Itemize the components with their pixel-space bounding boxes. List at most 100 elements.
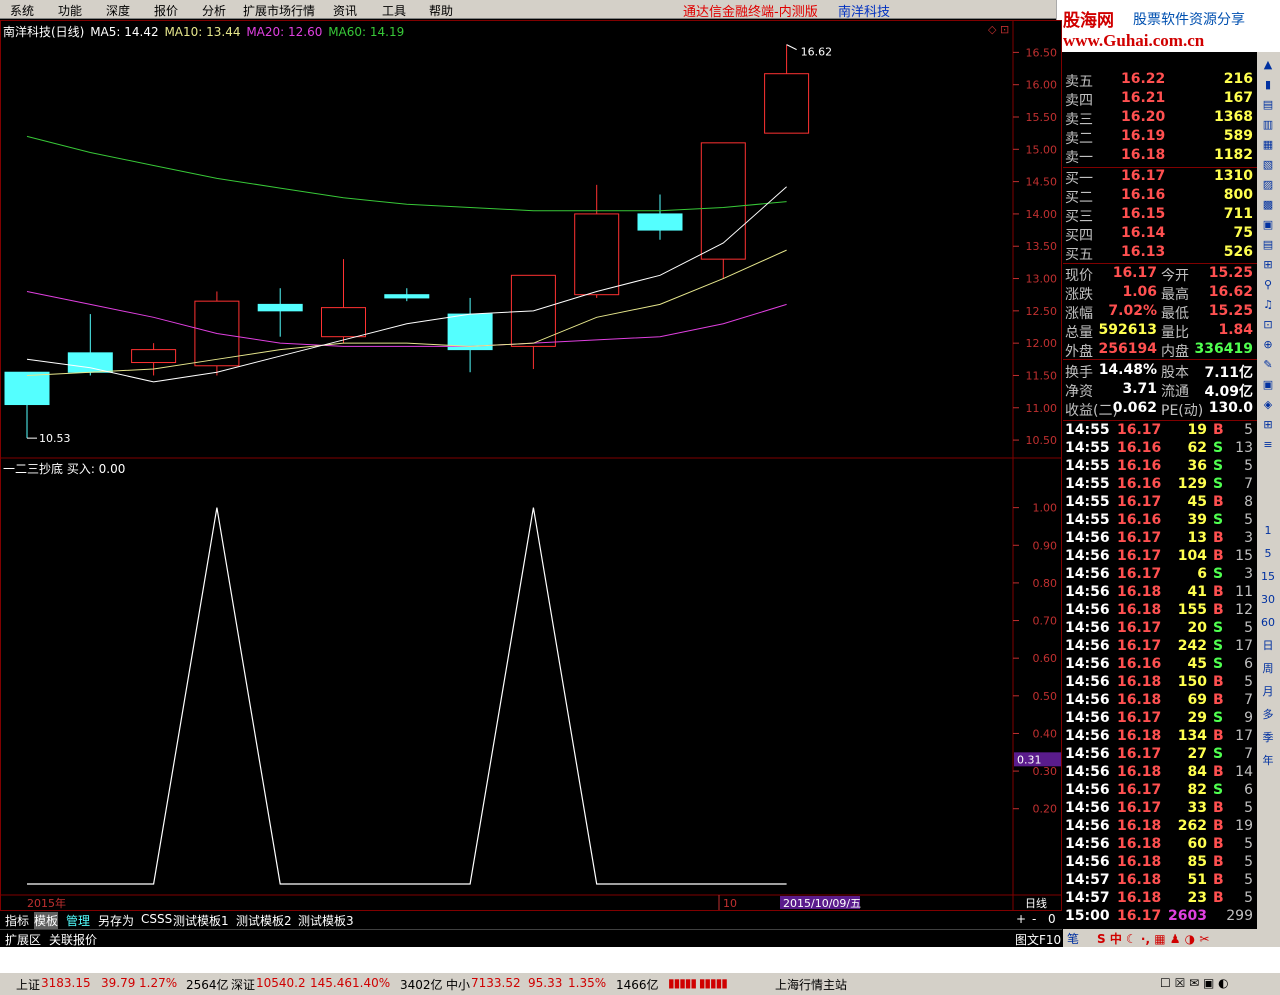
sell-row: 卖四 16.21 167 xyxy=(1063,90,1257,109)
sh-amount: 2564亿 xyxy=(186,978,229,992)
tab-control-button[interactable]: 0 xyxy=(1048,912,1056,926)
quote-row: 涨幅 7.02% 最低 15.25 xyxy=(1063,303,1257,322)
tick-side: B xyxy=(1213,494,1224,510)
menu-item[interactable]: 工具 xyxy=(382,2,406,19)
divider xyxy=(1063,359,1257,360)
sell-price: 16.20 xyxy=(1121,109,1166,125)
buy-level-label: 买一 xyxy=(1065,171,1093,187)
toolbar-icon[interactable]: ▧ xyxy=(1259,156,1277,174)
market-bars-icon: ▮▮▮▮▮ ▮▮▮▮▮ xyxy=(668,976,728,990)
tick-volume: 69 xyxy=(1187,692,1207,708)
tick-row: 14:56 16.17 13 B 3 xyxy=(1063,530,1257,548)
ind-tick-label: 0.40 xyxy=(1033,727,1058,740)
toolbar-icon[interactable]: ▮ xyxy=(1259,76,1277,94)
toolbar-icon[interactable]: ♫ xyxy=(1259,296,1277,314)
template-tab[interactable]: 测试模板1 xyxy=(173,912,229,929)
tick-row: 14:56 16.18 85 B 5 xyxy=(1063,854,1257,872)
toolbar-icon[interactable]: ▤ xyxy=(1259,96,1277,114)
toolbar-icon[interactable]: ⊞ xyxy=(1259,256,1277,274)
menu-item[interactable]: 功能 xyxy=(58,2,82,19)
period-button[interactable]: 周 xyxy=(1259,660,1277,678)
tick-count: 5 xyxy=(1244,872,1253,888)
toolbar-icon[interactable]: ⊕ xyxy=(1259,336,1277,354)
menu-item[interactable]: 报价 xyxy=(154,2,178,19)
toolbar-icon[interactable]: ▦ xyxy=(1259,136,1277,154)
toolbar-icon[interactable]: ▥ xyxy=(1259,116,1277,134)
tab-f10[interactable]: 图文F10 xyxy=(1015,931,1061,948)
chart-area[interactable]: 南洋科技(日线) MA5: 14.42 MA10: 13.44 MA20: 12… xyxy=(0,20,1062,911)
tab-ticks[interactable]: 笔 xyxy=(1067,930,1079,947)
candle-body xyxy=(447,313,493,351)
quote-value: 16.62 xyxy=(1208,284,1253,300)
period-button[interactable]: 60 xyxy=(1259,614,1277,632)
template-tab[interactable]: 测试模板2 xyxy=(236,912,292,929)
tab-extension[interactable]: 扩展区 xyxy=(5,931,41,948)
price-tick-label: 16.50 xyxy=(1026,46,1058,59)
quote-value: 592613 xyxy=(1098,322,1157,338)
toolbar-icon[interactable]: ≡ xyxy=(1259,436,1277,454)
template-tab[interactable]: 管理 xyxy=(66,912,90,929)
tick-row: 14:57 16.18 23 B 5 xyxy=(1063,890,1257,908)
menu-item[interactable]: 帮助 xyxy=(429,2,453,19)
toolbar-icon[interactable]: ▩ xyxy=(1259,196,1277,214)
buy-volume: 75 xyxy=(1233,225,1253,241)
template-tab[interactable]: CSSS xyxy=(141,912,172,926)
toolbar-icon[interactable]: ▤ xyxy=(1259,236,1277,254)
tick-time: 14:56 xyxy=(1065,530,1110,546)
period-button[interactable]: 日 xyxy=(1259,637,1277,655)
quote-label: 现价 xyxy=(1065,268,1093,284)
tick-side: B xyxy=(1213,764,1224,780)
tick-side: B xyxy=(1213,872,1224,888)
tick-side: S xyxy=(1213,476,1224,492)
toolbar-icon[interactable]: ▣ xyxy=(1259,376,1277,394)
input-method-icon: S 中 ☾ ·, ▦ ♟ ◑ ✂ xyxy=(1097,932,1210,946)
tick-side: B xyxy=(1213,530,1224,546)
toolbar-icon[interactable]: ▨ xyxy=(1259,176,1277,194)
tick-count: 5 xyxy=(1244,890,1253,906)
template-tab[interactable]: 测试模板3 xyxy=(298,912,354,929)
sell-row: 卖五 16.22 216 xyxy=(1063,71,1257,90)
period-button[interactable]: 5 xyxy=(1259,545,1277,563)
period-button[interactable]: 30 xyxy=(1259,591,1277,609)
chart-svg: 16.50 16.00 15.50 15.00 14.50 14.00 13.50 13.00… xyxy=(1,21,1061,910)
template-tab[interactable]: 指标 xyxy=(5,912,29,929)
tick-price: 16.18 xyxy=(1117,674,1162,690)
tab-control-button[interactable]: + xyxy=(1016,912,1026,926)
tick-time: 14:56 xyxy=(1065,602,1110,618)
sz-change: 145.46 xyxy=(310,976,352,990)
spacer xyxy=(0,947,1280,972)
bottom-right-bar: 笔 S 中 ☾ ·, ▦ ♟ ◑ ✂ xyxy=(1063,929,1280,947)
quote-panel: 卖五 16.22 216 卖四 16.21 167 卖三 16.20 1368 卖二 16.19 58… xyxy=(1063,52,1257,932)
toolbar-icon[interactable]: ⚲ xyxy=(1259,276,1277,294)
tick-side: B xyxy=(1213,674,1224,690)
sh-pct: 1.27% xyxy=(139,976,178,990)
menu-item[interactable]: 资讯 xyxy=(333,2,357,19)
tick-count: 5 xyxy=(1244,458,1253,474)
period-button[interactable]: 15 xyxy=(1259,568,1277,586)
toolbar-icon[interactable]: ✎ xyxy=(1259,356,1277,374)
tab-control-button[interactable]: - xyxy=(1032,912,1036,926)
quote-value: 7.11亿 xyxy=(1204,365,1253,381)
toolbar-icon[interactable]: ◈ xyxy=(1259,396,1277,414)
toolbar-icon[interactable]: ▣ xyxy=(1259,216,1277,234)
period-button[interactable]: 年 xyxy=(1259,752,1277,770)
tick-volume: 150 xyxy=(1177,674,1207,690)
period-button[interactable]: 多 xyxy=(1259,706,1277,724)
toolbar-icon[interactable]: ⊡ xyxy=(1259,316,1277,334)
template-tab[interactable]: 另存为 xyxy=(98,912,134,929)
menu-item[interactable]: 深度 xyxy=(106,2,130,19)
sell-volume: 216 xyxy=(1223,71,1253,87)
tab-related-quote[interactable]: 关联报价 xyxy=(49,931,97,948)
toolbar-icon[interactable]: ⊞ xyxy=(1259,416,1277,434)
template-tab[interactable]: 模板 xyxy=(34,912,59,929)
menu-item[interactable]: 扩展市场行情 xyxy=(243,2,315,19)
toolbar-icon[interactable]: ▲ xyxy=(1259,56,1277,74)
tick-row: 14:55 16.17 19 B 5 xyxy=(1063,422,1257,440)
period-button[interactable]: 季 xyxy=(1259,729,1277,747)
period-button[interactable]: 1 xyxy=(1259,522,1277,540)
quote-label: 涨幅 xyxy=(1065,306,1093,322)
menu-item[interactable]: 系统 xyxy=(10,2,34,19)
period-button[interactable]: 月 xyxy=(1259,683,1277,701)
menu-item[interactable]: 分析 xyxy=(202,2,226,19)
tick-time: 14:56 xyxy=(1065,764,1110,780)
